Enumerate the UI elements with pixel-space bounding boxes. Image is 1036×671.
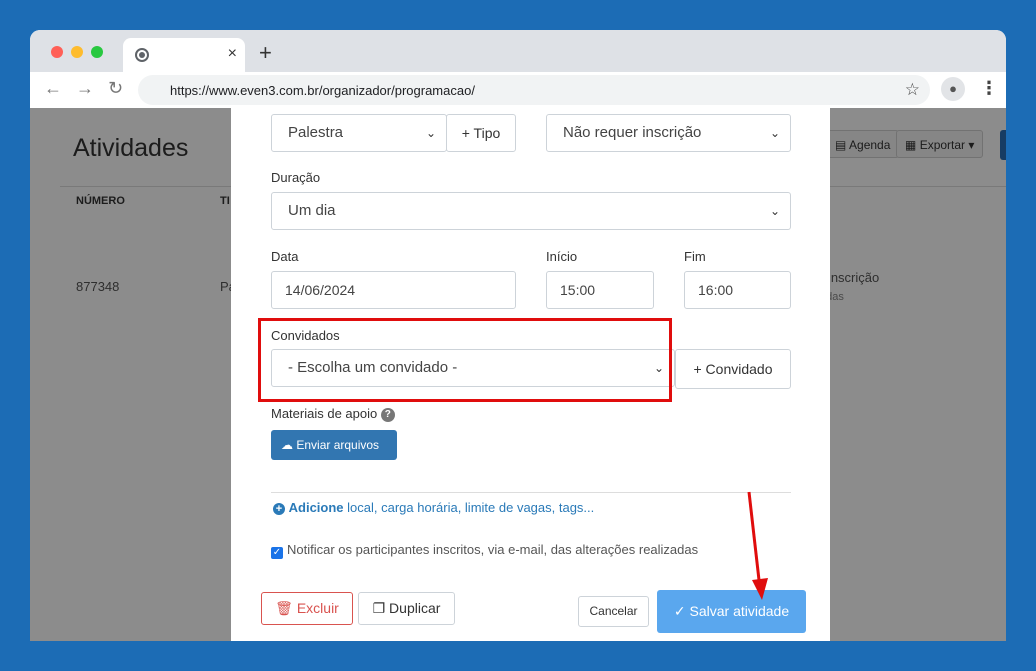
forward-icon[interactable]: →: [76, 78, 94, 99]
check-icon: ✓: [673, 603, 686, 619]
chrome-icon: [135, 48, 149, 62]
help-icon[interactable]: ?: [380, 408, 395, 422]
annotation-arrow: [747, 491, 768, 600]
profile-avatar-icon[interactable]: ●: [941, 77, 965, 101]
address-bar: ← → ↻ https://www.even3.com.br/organizad…: [30, 72, 1006, 109]
duplicar-button[interactable]: ❐ Duplicar: [358, 592, 455, 625]
chevron-down-icon: ⌄: [769, 204, 780, 218]
url-text: https://www.even3.com.br/organizador/pro…: [170, 83, 475, 98]
add-tipo-button[interactable]: + Tipo: [446, 114, 516, 152]
add-more-text: local, carga horária, limite de vagas, t…: [343, 500, 595, 515]
bookmark-star-icon[interactable]: ☆: [905, 80, 920, 100]
divider: [271, 492, 791, 493]
inicio-label: Início: [546, 249, 578, 264]
inicio-input[interactable]: 15:00: [546, 271, 654, 309]
new-tab-button[interactable]: +: [259, 42, 272, 64]
tipo-select-value: Palestra: [288, 124, 344, 141]
copy-icon: ❐: [372, 600, 386, 616]
maximize-window-button[interactable]: [91, 46, 103, 58]
minimize-window-button[interactable]: [71, 46, 83, 58]
duracao-label: Duração: [271, 170, 321, 185]
duracao-select[interactable]: Um dia ⌄: [271, 192, 791, 230]
inscricao-select-value: Não requer inscrição: [563, 124, 702, 141]
back-icon[interactable]: ←: [44, 78, 62, 99]
notify-option: ✓ Notificar os participantes inscritos, v…: [271, 542, 698, 559]
excluir-label: Excluir: [296, 600, 339, 616]
trash-icon: 🗑: [275, 600, 293, 616]
inscricao-select[interactable]: Não requer inscrição ⌄: [546, 114, 791, 152]
fim-input[interactable]: 16:00: [684, 271, 791, 309]
close-window-button[interactable]: [51, 46, 63, 58]
add-more-bold: Adicione: [288, 500, 344, 515]
duplicar-label: Duplicar: [389, 600, 441, 616]
add-convidado-button[interactable]: + Convidado: [675, 349, 791, 389]
data-label: Data: [271, 249, 299, 264]
notify-checkbox[interactable]: ✓: [271, 547, 283, 559]
cloud-upload-icon: ☁: [281, 438, 293, 452]
cancelar-button[interactable]: Cancelar: [578, 596, 649, 627]
reload-icon[interactable]: ↻: [108, 78, 123, 99]
excluir-button[interactable]: 🗑 Excluir: [261, 592, 353, 625]
materiais-label-text: Materiais de apoio: [271, 406, 378, 421]
browser-menu-icon[interactable]: ⋮: [980, 78, 998, 99]
upload-files-label: Enviar arquivos: [296, 438, 380, 452]
tab-close-icon[interactable]: ×: [228, 45, 237, 63]
data-input[interactable]: 14/06/2024: [271, 271, 516, 309]
add-more-link[interactable]: + Adicione local, carga horária, limite …: [273, 500, 594, 515]
chevron-down-icon: ⌄: [425, 126, 436, 140]
notify-text: Notificar os participantes inscritos, vi…: [287, 542, 699, 557]
browser-tab[interactable]: ×: [123, 38, 245, 72]
salvar-atividade-button[interactable]: ✓ Salvar atividade: [657, 590, 806, 633]
tipo-select[interactable]: Palestra ⌄: [271, 114, 447, 152]
upload-files-button[interactable]: ☁ Enviar arquivos: [271, 430, 397, 460]
url-field[interactable]: https://www.even3.com.br/organizador/pro…: [138, 75, 930, 105]
plus-circle-icon: +: [273, 503, 285, 515]
fim-label: Fim: [684, 249, 706, 264]
chevron-down-icon: ⌄: [769, 126, 780, 140]
materiais-label: Materiais de apoio ?: [271, 406, 395, 422]
tab-bar: × +: [30, 30, 1006, 72]
annotation-highlight-box: [258, 318, 672, 402]
duracao-select-value: Um dia: [288, 202, 336, 219]
